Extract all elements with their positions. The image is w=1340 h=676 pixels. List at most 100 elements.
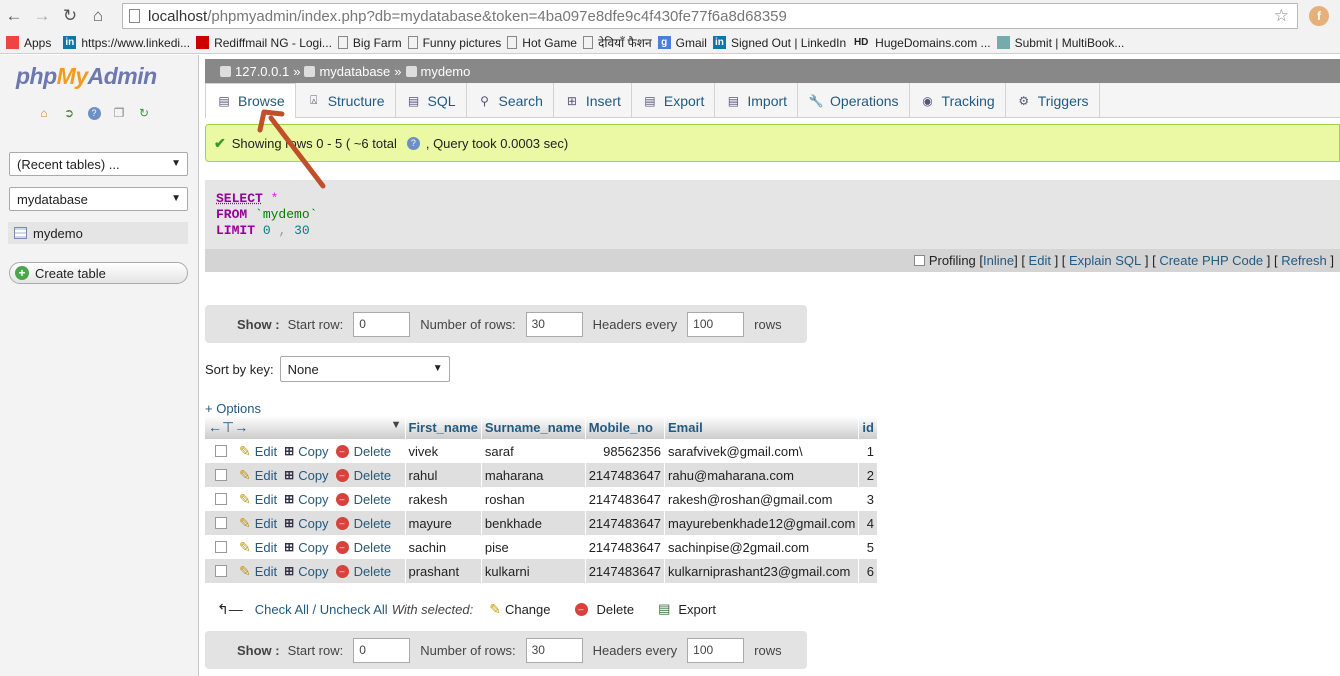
table-cell[interactable]: 98562356 bbox=[585, 439, 666, 463]
pencil-icon[interactable]: ✎ bbox=[239, 515, 251, 532]
export-button[interactable]: Export bbox=[678, 602, 716, 617]
check-all-link[interactable]: Check All / Uncheck All bbox=[255, 602, 388, 617]
tree-item-mydemo[interactable]: mydemo bbox=[8, 222, 188, 244]
bookmark-item[interactable]: Apps bbox=[6, 36, 51, 50]
copy-link[interactable]: Copy bbox=[298, 516, 328, 531]
headers-every-input[interactable]: 100 bbox=[687, 637, 745, 663]
row-checkbox[interactable] bbox=[215, 469, 227, 481]
number-of-rows-input[interactable]: 30 bbox=[525, 311, 583, 337]
column-header-id[interactable]: id bbox=[858, 416, 878, 439]
bookmark-item[interactable]: Rediffmail NG - Logi... bbox=[196, 36, 332, 50]
bookmark-item[interactable]: Submit | MultiBook... bbox=[996, 36, 1124, 50]
edit-link[interactable]: Edit bbox=[1029, 253, 1051, 268]
pencil-icon[interactable]: ✎ bbox=[239, 491, 251, 508]
bookmark-item[interactable]: HD HugeDomains.com ... bbox=[852, 36, 991, 50]
table-cell[interactable]: benkhade bbox=[481, 511, 586, 535]
start-row-input[interactable]: 0 bbox=[353, 637, 411, 663]
refresh-link[interactable]: Refresh bbox=[1281, 253, 1327, 268]
tab-sql[interactable]: ▤ SQL bbox=[396, 83, 467, 118]
pencil-icon[interactable]: ✎ bbox=[489, 601, 501, 618]
delete-icon[interactable]: – bbox=[335, 444, 349, 458]
address-bar[interactable]: localhost/phpmyadmin/index.php?db=mydata… bbox=[122, 3, 1298, 29]
column-header-first-name[interactable]: First_name bbox=[405, 416, 482, 439]
edit-link[interactable]: Edit bbox=[255, 516, 277, 531]
options-link[interactable]: + Options bbox=[205, 401, 261, 416]
pencil-icon[interactable]: ✎ bbox=[239, 467, 251, 484]
column-resize-header[interactable]: ←⊤→ ▼ bbox=[205, 416, 406, 439]
table-cell[interactable]: 5 bbox=[858, 535, 878, 559]
delete-link[interactable]: Delete bbox=[354, 444, 392, 459]
table-cell[interactable]: rakesh@roshan@gmail.com bbox=[664, 487, 860, 511]
tab-search[interactable]: ⚲ Search bbox=[467, 83, 554, 118]
bookmark-item[interactable]: Hot Game bbox=[507, 36, 577, 50]
bookmark-item[interactable]: g Gmail bbox=[657, 36, 707, 50]
tab-triggers[interactable]: ⚙ Triggers bbox=[1006, 83, 1100, 118]
table-cell[interactable]: kulkarni bbox=[481, 559, 586, 583]
logout-icon[interactable]: ➲ bbox=[61, 105, 77, 121]
sort-key-select[interactable]: None ▼ bbox=[279, 356, 450, 382]
explain-sql-link[interactable]: Explain SQL bbox=[1069, 253, 1141, 268]
table-cell[interactable]: 2 bbox=[858, 463, 878, 487]
create-php-code-link[interactable]: Create PHP Code bbox=[1159, 253, 1263, 268]
change-button[interactable]: Change bbox=[505, 602, 551, 617]
table-cell[interactable]: mayure bbox=[405, 511, 482, 535]
home-icon[interactable]: ⌂ bbox=[36, 105, 52, 121]
reload-navigation-icon[interactable]: ↻ bbox=[136, 105, 152, 121]
table-cell[interactable]: kulkarniprashant23@gmail.com bbox=[664, 559, 860, 583]
table-cell[interactable]: roshan bbox=[481, 487, 586, 511]
delete-link[interactable]: Delete bbox=[354, 516, 392, 531]
table-cell[interactable]: 2147483647 bbox=[585, 535, 666, 559]
tab-insert[interactable]: ⊞ Insert bbox=[554, 83, 632, 118]
copy-icon[interactable]: ⊞ bbox=[284, 516, 294, 530]
copy-link[interactable]: Copy bbox=[298, 468, 328, 483]
docs-icon[interactable]: ❐ bbox=[111, 105, 127, 121]
profiling-checkbox[interactable] bbox=[913, 255, 925, 266]
delete-icon[interactable]: – bbox=[335, 516, 349, 530]
table-cell[interactable]: 2147483647 bbox=[585, 487, 666, 511]
edit-link[interactable]: Edit bbox=[255, 444, 277, 459]
delete-link[interactable]: Delete bbox=[354, 492, 392, 507]
breadcrumb-server[interactable]: 127.0.0.1 bbox=[235, 64, 289, 79]
inline-link[interactable]: Inline bbox=[983, 253, 1014, 268]
tab-operations[interactable]: 🔧 Operations bbox=[798, 83, 910, 118]
delete-icon[interactable]: – bbox=[335, 540, 349, 554]
row-checkbox[interactable] bbox=[215, 445, 227, 457]
table-cell[interactable]: sarafvivek@gmail.com\ bbox=[664, 439, 860, 463]
create-table-button[interactable]: + Create table bbox=[9, 262, 188, 284]
tab-export[interactable]: ▤ Export bbox=[632, 83, 716, 118]
tab-tracking[interactable]: ◉ Tracking bbox=[910, 83, 1006, 118]
copy-icon[interactable]: ⊞ bbox=[284, 468, 294, 482]
pencil-icon[interactable]: ✎ bbox=[239, 539, 251, 556]
delete-link[interactable]: Delete bbox=[354, 540, 392, 555]
table-cell[interactable]: rahul bbox=[405, 463, 482, 487]
phpmyadmin-logo[interactable]: phpMyAdmin bbox=[16, 63, 157, 90]
copy-icon[interactable]: ⊞ bbox=[284, 564, 294, 578]
row-checkbox[interactable] bbox=[215, 541, 227, 553]
breadcrumb-table[interactable]: mydemo bbox=[421, 64, 471, 79]
table-cell[interactable]: 2147483647 bbox=[585, 463, 666, 487]
delete-link[interactable]: Delete bbox=[354, 564, 392, 579]
table-cell[interactable]: 3 bbox=[858, 487, 878, 511]
table-cell[interactable]: rahu@maharana.com bbox=[664, 463, 860, 487]
edit-link[interactable]: Edit bbox=[255, 540, 277, 555]
table-cell[interactable]: sachinpise@2gmail.com bbox=[664, 535, 860, 559]
chevron-down-icon[interactable]: ▼ bbox=[391, 419, 402, 431]
table-cell[interactable]: rakesh bbox=[405, 487, 482, 511]
home-icon[interactable]: ⌂ bbox=[84, 2, 112, 30]
copy-link[interactable]: Copy bbox=[298, 492, 328, 507]
copy-icon[interactable]: ⊞ bbox=[284, 540, 294, 554]
delete-button[interactable]: Delete bbox=[597, 602, 635, 617]
column-header-mobile-no[interactable]: Mobile_no bbox=[585, 416, 666, 439]
bookmark-item[interactable]: in https://www.linkedi... bbox=[63, 36, 190, 50]
recent-tables-select[interactable]: (Recent tables) ... ▼ bbox=[9, 152, 188, 176]
table-cell[interactable]: saraf bbox=[481, 439, 586, 463]
table-cell[interactable]: prashant bbox=[405, 559, 482, 583]
breadcrumb-db[interactable]: mydatabase bbox=[319, 64, 390, 79]
delete-icon[interactable]: – bbox=[335, 468, 349, 482]
export-icon[interactable]: ▤ bbox=[658, 601, 670, 617]
bookmark-item[interactable]: Funny pictures bbox=[407, 36, 501, 50]
reload-icon[interactable]: ↻ bbox=[56, 2, 84, 30]
table-cell[interactable]: maharana bbox=[481, 463, 586, 487]
bookmark-item[interactable]: Big Farm bbox=[337, 36, 402, 50]
database-select[interactable]: mydatabase ▼ bbox=[9, 187, 188, 211]
